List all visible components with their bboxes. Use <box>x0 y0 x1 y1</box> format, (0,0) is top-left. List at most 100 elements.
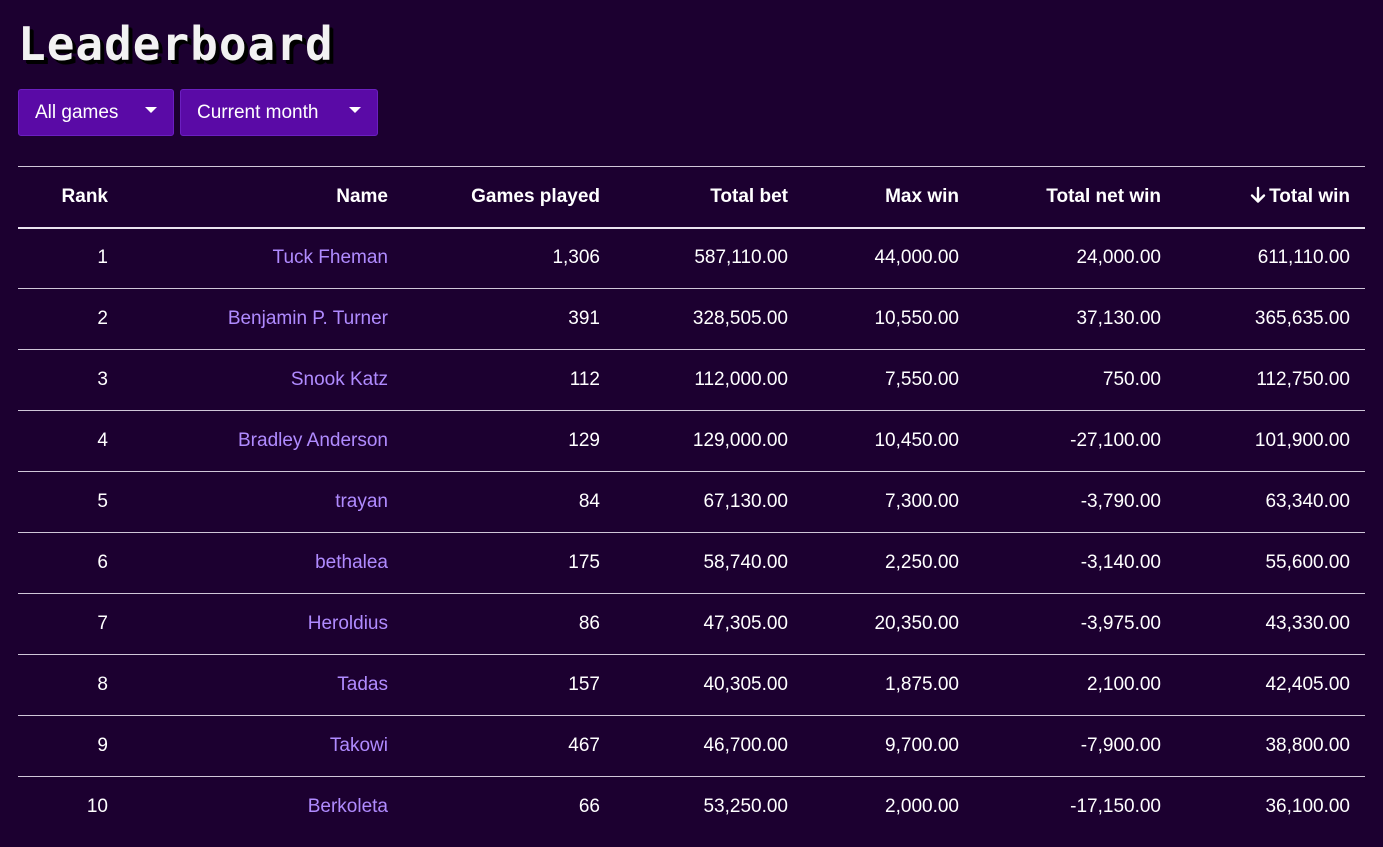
cell-total-bet: 112,000.00 <box>694 369 788 390</box>
cell-games-played: 391 <box>568 308 600 329</box>
cell-total-win: 63,340.00 <box>1265 491 1350 512</box>
column-header-total-win[interactable]: Total win <box>1176 167 1365 228</box>
cell-total-bet: 47,305.00 <box>703 613 788 634</box>
table-row: 1 Tuck Fheman 1,306 587,110.00 44,000.00 24,0… <box>18 228 1365 289</box>
column-header-rank[interactable]: Rank <box>18 167 123 228</box>
cell-name: Tadas <box>123 655 403 716</box>
cell-total-win: 38,800.00 <box>1265 735 1350 756</box>
cell-name: Takowi <box>123 716 403 777</box>
cell-rank: 6 <box>97 552 108 573</box>
caret-down-icon <box>145 106 157 113</box>
cell-name: trayan <box>123 472 403 533</box>
player-name-link[interactable]: Heroldius <box>308 613 388 634</box>
table-row: 8 Tadas 157 40,305.00 1,875.00 2,100.00 42,405… <box>18 655 1365 716</box>
cell-games-played: 112 <box>569 369 600 390</box>
table-row: 4 Bradley Anderson 129 129,000.00 10,450.00 -… <box>18 411 1365 472</box>
cell-max-win: 1,875.00 <box>885 674 959 695</box>
cell-games-played: 86 <box>578 613 600 634</box>
cell-max-win: 44,000.00 <box>874 247 959 269</box>
caret-down-icon <box>349 106 361 113</box>
cell-games-played: 1,306 <box>552 247 600 269</box>
column-header-name[interactable]: Name <box>123 167 403 228</box>
cell-rank: 9 <box>97 735 108 756</box>
page-title: Leaderboard <box>18 17 334 71</box>
table-row: 5 trayan 84 67,130.00 7,300.00 -3,790.00 63,34… <box>18 472 1365 533</box>
cell-games-played: 157 <box>568 674 600 695</box>
cell-total-bet: 587,110.00 <box>694 247 788 269</box>
game-filter-dropdown[interactable]: All games <box>18 89 174 136</box>
cell-total-win: 611,110.00 <box>1257 247 1350 269</box>
player-name-link[interactable]: Tuck Fheman <box>273 247 388 268</box>
table-body: 1 Tuck Fheman 1,306 587,110.00 44,000.00 24,0… <box>18 228 1365 838</box>
cell-total-net-win: 24,000.00 <box>1076 247 1161 269</box>
cell-total-win: 112,750.00 <box>1256 369 1350 390</box>
cell-rank: 7 <box>97 613 108 634</box>
cell-max-win: 2,250.00 <box>885 552 959 573</box>
table-row: 3 Snook Katz 112 112,000.00 7,550.00 750.00 11… <box>18 350 1365 411</box>
cell-total-bet: 328,505.00 <box>692 308 788 329</box>
cell-total-net-win: -17,150.00 <box>1070 796 1161 818</box>
table-header: Rank Name Games played Total bet Max win… <box>18 166 1365 228</box>
cell-name: Benjamin P. Turner <box>123 289 403 350</box>
column-header-total-bet[interactable]: Total bet <box>615 167 803 228</box>
cell-max-win: 9,700.00 <box>885 735 959 756</box>
player-name-link[interactable]: trayan <box>335 491 388 512</box>
cell-games-played: 66 <box>578 796 600 818</box>
arrow-down-icon <box>1250 186 1266 203</box>
leaderboard-table: Rank Name Games played Total bet Max win… <box>18 166 1365 838</box>
column-header-games-played[interactable]: Games played <box>403 167 615 228</box>
cell-total-win: 55,600.00 <box>1265 552 1350 573</box>
cell-total-net-win: -3,975.00 <box>1080 613 1161 634</box>
column-header-total-net-win[interactable]: Total net win <box>974 167 1176 228</box>
cell-total-win: 43,330.00 <box>1265 613 1350 634</box>
cell-max-win: 7,300.00 <box>885 491 959 512</box>
cell-total-bet: 58,740.00 <box>703 552 788 573</box>
cell-name: Snook Katz <box>123 350 403 411</box>
cell-name: Bradley Anderson <box>123 411 403 472</box>
cell-total-net-win: -3,140.00 <box>1080 552 1161 573</box>
cell-name: Tuck Fheman <box>123 228 403 289</box>
player-name-link[interactable]: Tadas <box>337 674 388 695</box>
cell-name: Heroldius <box>123 594 403 655</box>
player-name-link[interactable]: bethalea <box>315 552 388 573</box>
cell-total-bet: 53,250.00 <box>703 796 788 818</box>
cell-total-net-win: 2,100.00 <box>1087 674 1161 695</box>
cell-total-bet: 46,700.00 <box>703 735 788 756</box>
cell-rank: 2 <box>97 308 108 329</box>
cell-rank: 10 <box>86 796 108 818</box>
cell-total-net-win: -7,900.00 <box>1080 735 1161 756</box>
cell-total-bet: 67,130.00 <box>703 491 788 512</box>
cell-rank: 4 <box>97 430 108 451</box>
cell-total-net-win: -27,100.00 <box>1070 430 1161 451</box>
player-name-link[interactable]: Snook Katz <box>291 369 388 390</box>
cell-max-win: 2,000.00 <box>885 796 959 818</box>
cell-games-played: 175 <box>568 552 600 573</box>
cell-games-played: 467 <box>568 735 600 756</box>
player-name-link[interactable]: Berkoleta <box>308 796 388 817</box>
cell-max-win: 20,350.00 <box>874 613 959 634</box>
cell-max-win: 10,450.00 <box>874 430 959 451</box>
player-name-link[interactable]: Takowi <box>330 735 388 756</box>
table-row: 7 Heroldius 86 47,305.00 20,350.00 -3,975.00 4… <box>18 594 1365 655</box>
cell-total-win: 365,635.00 <box>1254 308 1350 329</box>
table-row: 6 bethalea 175 58,740.00 2,250.00 -3,140.00 55… <box>18 533 1365 594</box>
period-filter-dropdown[interactable]: Current month <box>180 89 378 136</box>
header-row: Rank Name Games played Total bet Max win… <box>18 166 1365 228</box>
cell-total-net-win: -3,790.00 <box>1080 491 1161 512</box>
cell-rank: 8 <box>97 674 108 695</box>
cell-total-bet: 129,000.00 <box>692 430 788 451</box>
cell-rank: 3 <box>97 369 108 390</box>
player-name-link[interactable]: Benjamin P. Turner <box>228 308 388 329</box>
column-header-max-win[interactable]: Max win <box>803 167 974 228</box>
filter-bar: All games Current month <box>18 89 378 136</box>
game-filter-label: All games <box>35 101 119 123</box>
cell-total-win: 42,405.00 <box>1265 674 1350 695</box>
column-header-total-win-label: Total win <box>1269 185 1350 207</box>
player-name-link[interactable]: Bradley Anderson <box>238 430 388 451</box>
cell-max-win: 7,550.00 <box>885 369 959 390</box>
cell-name: Berkoleta <box>123 777 403 838</box>
table-row: 10 Berkoleta 66 53,250.00 2,000.00 -17,150.00… <box>18 777 1365 838</box>
table-row: 2 Benjamin P. Turner 391 328,505.00 10,550.0… <box>18 289 1365 350</box>
cell-total-win: 101,900.00 <box>1254 430 1350 451</box>
table-row: 9 Takowi 467 46,700.00 9,700.00 -7,900.00 38,8… <box>18 716 1365 777</box>
